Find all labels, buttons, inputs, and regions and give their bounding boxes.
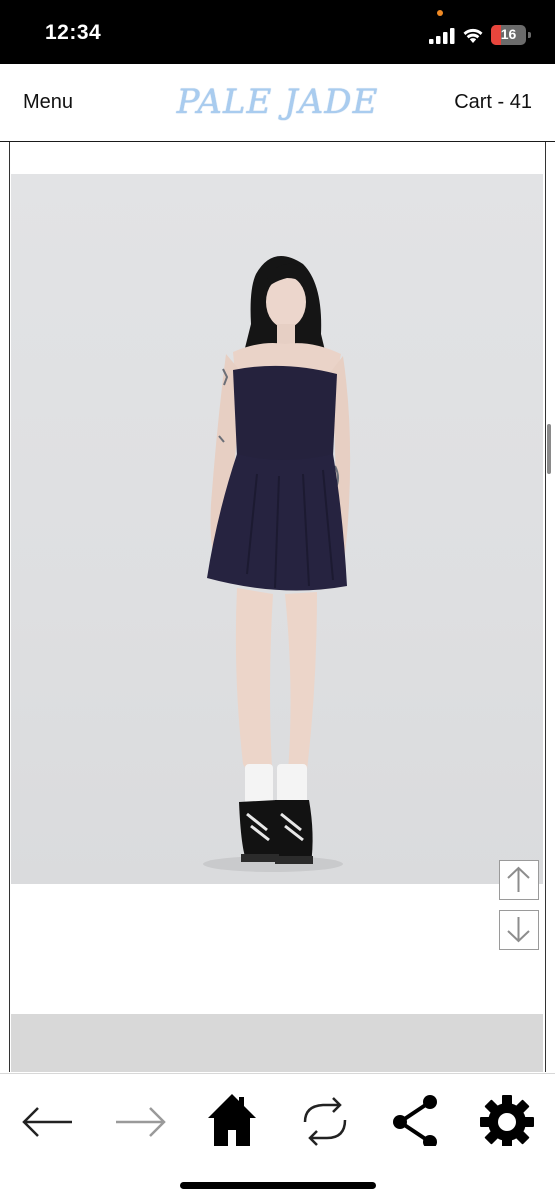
home-icon [208,1094,256,1146]
model-photo-illustration [203,256,351,872]
cart-button[interactable]: Cart - 41 [454,91,532,114]
forward-arrow-icon [116,1107,166,1137]
home-button[interactable] [202,1086,262,1146]
back-button[interactable] [18,1086,78,1146]
settings-button[interactable] [477,1086,537,1149]
home-indicator[interactable] [180,1182,376,1189]
next-product-image[interactable] [11,1014,543,1072]
back-arrow-icon [22,1107,72,1137]
refresh-button[interactable] [295,1086,355,1146]
status-time: 12:34 [45,21,102,44]
status-bar: 12:34 16 [0,0,555,64]
product-image[interactable] [11,174,543,884]
site-header: Menu PALE JADE Cart - 41 [0,64,555,142]
share-icon [393,1095,437,1149]
privacy-indicator-dot [437,10,443,16]
forward-button[interactable] [110,1086,170,1146]
scroll-down-button[interactable] [499,910,539,950]
scrollbar[interactable] [547,424,551,474]
arrow-down-icon [507,917,530,943]
cellular-signal-icon [429,28,455,44]
battery-icon: 16 [491,25,531,45]
arrow-up-icon [507,866,530,892]
battery-level: 16 [500,26,517,42]
scroll-up-button[interactable] [499,860,539,900]
share-button[interactable] [386,1086,446,1149]
refresh-icon [303,1097,347,1146]
wifi-icon [463,28,483,43]
settings-gear-icon [480,1095,534,1149]
